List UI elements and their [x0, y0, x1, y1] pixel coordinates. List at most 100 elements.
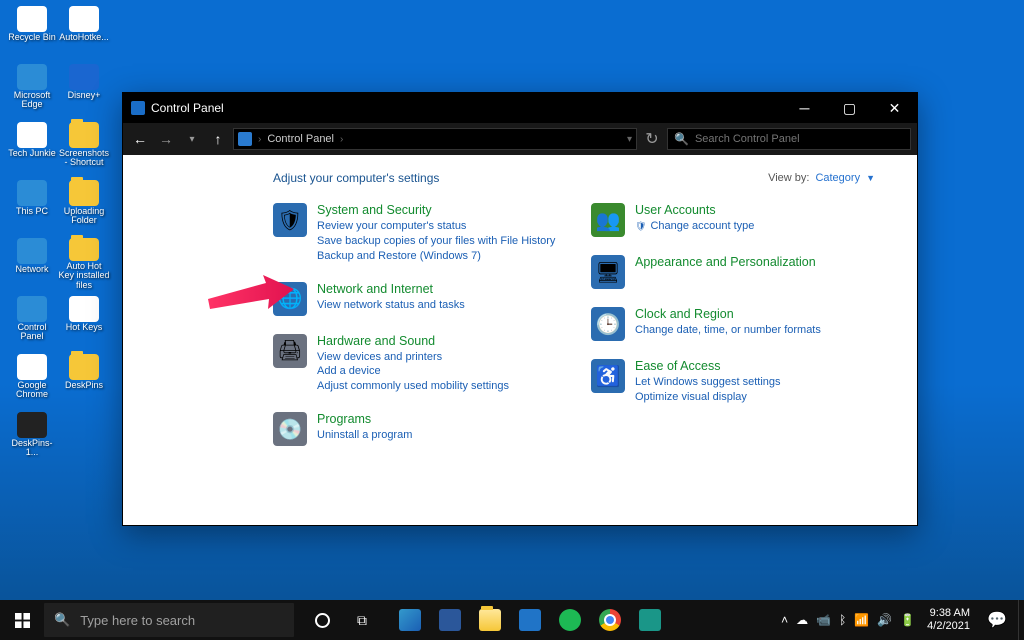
cortana-button[interactable]	[302, 600, 342, 640]
tray-bluetooth-icon[interactable]: ᛒ	[839, 613, 846, 627]
chevron-down-icon[interactable]: ▼	[866, 173, 875, 183]
taskbar-app-store[interactable]	[510, 600, 550, 640]
desktop-icon[interactable]: DeskPins	[58, 354, 110, 406]
address-dropdown-icon[interactable]: ▾	[627, 134, 632, 145]
desktop-icon[interactable]: Auto Hot Key installed files	[58, 238, 110, 290]
taskbar-search[interactable]: 🔍 Type here to search	[44, 603, 294, 637]
category-title[interactable]: Clock and Region	[635, 307, 821, 321]
minimize-button[interactable]: ─	[782, 93, 827, 123]
tray-battery-icon[interactable]: 🔋	[900, 613, 915, 627]
appearance-and-personalization-icon: 🖥	[591, 255, 625, 289]
category-title[interactable]: Programs	[317, 412, 412, 426]
desktop-icon[interactable]: Control Panel	[6, 296, 58, 348]
category-title[interactable]: User Accounts	[635, 203, 754, 217]
tray-volume-icon[interactable]: 🔊	[877, 613, 892, 627]
nav-recent-button[interactable]: ▾	[181, 128, 203, 150]
category-link[interactable]: Add a device	[317, 364, 509, 379]
nav-up-button[interactable]: ↑	[207, 128, 229, 150]
nav-back-button[interactable]: ←	[129, 128, 151, 150]
show-desktop-button[interactable]	[1018, 600, 1024, 640]
taskbar-app-explorer[interactable]	[470, 600, 510, 640]
tray-onedrive-icon[interactable]: ☁	[796, 613, 808, 627]
action-center-button[interactable]: 💬	[976, 600, 1018, 640]
category-link[interactable]: Backup and Restore (Windows 7)	[317, 249, 555, 264]
taskbar-app-snip[interactable]	[630, 600, 670, 640]
taskbar-app-edge[interactable]	[390, 600, 430, 640]
desktop-icon[interactable]: Google Chrome	[6, 354, 58, 406]
desktop-icon-label: Microsoft Edge	[6, 91, 58, 110]
desktop-icon[interactable]: Tech Junkie	[6, 122, 58, 174]
refresh-button[interactable]: ↻	[641, 128, 663, 150]
desktop-icon[interactable]: Uploading Folder	[58, 180, 110, 232]
category-link[interactable]: Adjust commonly used mobility settings	[317, 379, 509, 394]
taskbar-app-spotify[interactable]	[550, 600, 590, 640]
app-icon	[69, 354, 99, 380]
titlebar[interactable]: Control Panel ─ ▢ ✕	[123, 93, 917, 123]
app-icon	[17, 354, 47, 380]
breadcrumb-item[interactable]: Control Panel	[267, 133, 334, 145]
desktop-icon[interactable]: DeskPins-1...	[6, 412, 58, 464]
category-link[interactable]: Review your computer's status	[317, 219, 555, 234]
programs-icon: 💿	[273, 412, 307, 446]
search-box[interactable]: 🔍	[667, 128, 911, 150]
task-view-button[interactable]: ⧉	[342, 600, 382, 640]
category-title[interactable]: System and Security	[317, 203, 555, 217]
search-input[interactable]	[695, 133, 904, 145]
desktop-icon-label: Tech Junkie	[8, 149, 56, 158]
clock-time: 9:38 AM	[930, 607, 970, 620]
desktop-icon[interactable]: This PC	[6, 180, 58, 232]
control-panel-window: Control Panel ─ ▢ ✕ ← → ▾ ↑ › Control Pa…	[122, 92, 918, 526]
desktop-icon[interactable]: Disney+	[58, 64, 110, 116]
tray-chevron-up-icon[interactable]: ˄	[781, 613, 788, 627]
desktop-icon-label: Network	[15, 265, 48, 274]
category-link[interactable]: Uninstall a program	[317, 428, 412, 443]
address-box[interactable]: › Control Panel › ▾	[233, 128, 637, 150]
maximize-button[interactable]: ▢	[827, 93, 872, 123]
app-icon	[69, 296, 99, 322]
start-button[interactable]	[0, 600, 44, 640]
desktop-icon[interactable]: AutoHotke...	[58, 6, 110, 58]
category-hardware-and-sound: 🖨Hardware and SoundView devices and prin…	[273, 334, 573, 395]
category-title[interactable]: Hardware and Sound	[317, 334, 509, 348]
category-link[interactable]: Let Windows suggest settings	[635, 375, 781, 390]
nav-forward-button[interactable]: →	[155, 128, 177, 150]
category-link[interactable]: Optimize visual display	[635, 390, 781, 405]
app-icon	[17, 238, 47, 264]
taskbar-app-chrome[interactable]	[590, 600, 630, 640]
desktop-icon-label: AutoHotke...	[59, 33, 109, 42]
taskbar-app-word[interactable]	[430, 600, 470, 640]
app-icon	[69, 122, 99, 148]
close-button[interactable]: ✕	[872, 93, 917, 123]
breadcrumb-icon	[238, 132, 252, 146]
category-link[interactable]: View devices and printers	[317, 350, 509, 365]
category-link[interactable]: Change date, time, or number formats	[635, 323, 821, 338]
desktop-icon-label: DeskPins-1...	[6, 439, 58, 458]
desktop-icon-label: DeskPins	[65, 381, 103, 390]
control-panel-icon	[131, 101, 145, 115]
desktop-icon[interactable]: Hot Keys	[58, 296, 110, 348]
clock-date: 4/2/2021	[927, 620, 970, 633]
desktop-icon[interactable]: Network	[6, 238, 58, 290]
category-link[interactable]: View network status and tasks	[317, 298, 465, 313]
category-programs: 💿 Programs Uninstall a program	[273, 412, 573, 446]
category-title[interactable]: Network and Internet	[317, 282, 465, 296]
tray-meet-now-icon[interactable]: 📹	[816, 613, 831, 627]
app-icon	[17, 412, 47, 438]
desktop-icon[interactable]: Microsoft Edge	[6, 64, 58, 116]
window-title: Control Panel	[151, 101, 782, 115]
tray-wifi-icon[interactable]: 📶	[854, 613, 869, 627]
category-link[interactable]: 🛡Change account type	[635, 219, 754, 234]
system-and-security-icon: 🛡	[273, 203, 307, 237]
category-title[interactable]: Ease of Access	[635, 359, 781, 373]
chevron-right-icon: ›	[258, 134, 261, 145]
shield-icon: 🛡	[635, 220, 646, 232]
app-icon	[69, 238, 99, 261]
view-by: View by: Category ▼	[768, 172, 875, 184]
taskbar-clock[interactable]: 9:38 AM 4/2/2021	[921, 607, 976, 633]
category-link[interactable]: Save backup copies of your files with Fi…	[317, 234, 555, 249]
desktop-icon[interactable]: Recycle Bin	[6, 6, 58, 58]
category-system-and-security: 🛡 System and Security Review your computer…	[273, 203, 573, 264]
desktop-icon[interactable]: Screenshots - Shortcut	[58, 122, 110, 174]
category-title[interactable]: Appearance and Personalization	[635, 255, 816, 269]
view-by-value[interactable]: Category	[815, 172, 860, 184]
